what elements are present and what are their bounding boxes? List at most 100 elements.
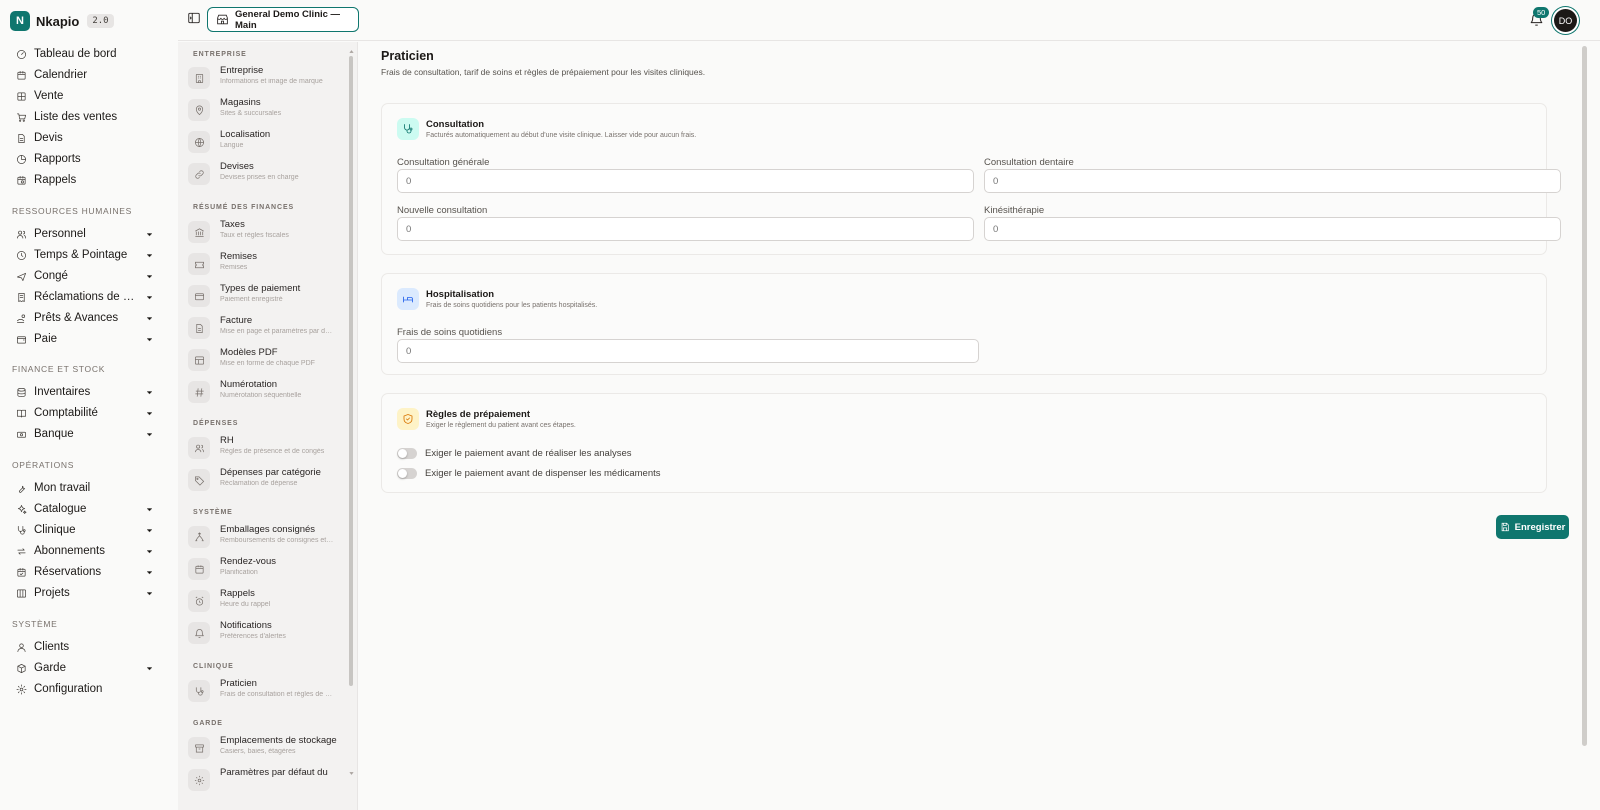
- nav-item-conge[interactable]: Congé: [16, 266, 154, 286]
- nav-item-liste-des-ventes[interactable]: Liste des ventes: [16, 107, 154, 127]
- settings-item-desc: Taux et règles fiscales: [220, 232, 289, 239]
- sidebar-toggle-button[interactable]: [187, 11, 201, 25]
- chevron-down-icon: [145, 430, 154, 439]
- nav-item-paie[interactable]: Paie: [16, 329, 154, 349]
- nav-item-garde[interactable]: Garde: [16, 658, 154, 678]
- card-title: Hospitalisation: [426, 289, 495, 300]
- settings-item-title: Dépenses par catégorie: [220, 467, 321, 478]
- chevron-down-icon: [145, 230, 154, 239]
- calendar-icon: [188, 558, 210, 580]
- nouvelle-consultation-input[interactable]: [397, 217, 974, 241]
- nav-item-catalogue[interactable]: Catalogue: [16, 499, 154, 519]
- field-label-nouvelle-consultation: Nouvelle consultation: [397, 205, 488, 216]
- calendar-check-icon: [16, 567, 27, 578]
- settings-section-garde: GARDE: [193, 720, 223, 727]
- nav-item-label: Clients: [34, 641, 70, 653]
- store-selector-button[interactable]: General Demo Clinic — Main: [207, 7, 359, 32]
- nav-item-label: Congé: [34, 270, 68, 282]
- settings-item-localisation[interactable]: Localisation Langue: [188, 129, 338, 159]
- file-icon: [16, 133, 27, 144]
- archive-icon: [188, 737, 210, 759]
- nav-item-reservations[interactable]: Réservations: [16, 562, 154, 582]
- nav-item-label: Clinique: [34, 524, 76, 536]
- settings-item-desc: Sites & succursales: [220, 110, 282, 117]
- brand[interactable]: N Nkapio 2.0: [10, 10, 114, 32]
- stethoscope-icon: [397, 118, 419, 140]
- settings-item-notifications[interactable]: Notifications Préférences d'alertes: [188, 620, 338, 650]
- kinesitherapie-input[interactable]: [984, 217, 1561, 241]
- settings-item-title: Devises: [220, 161, 254, 172]
- top-bar: General Demo Clinic — Main 50 DO: [178, 0, 1600, 41]
- pie-chart-icon: [16, 154, 27, 165]
- settings-item-taxes[interactable]: Taxes Taux et règles fiscales: [188, 219, 338, 249]
- nav-item-comptabilite[interactable]: Comptabilité: [16, 403, 154, 423]
- settings-item-rh[interactable]: RH Règles de présence et de congés: [188, 435, 338, 465]
- settings-item-rappels[interactable]: Rappels Heure du rappel: [188, 588, 338, 618]
- settings-item-facture[interactable]: Facture Mise en page et paramètres par dé…: [188, 315, 338, 345]
- settings-item-modeles-pdf[interactable]: Modèles PDF Mise en forme de chaque PDF: [188, 347, 338, 377]
- nav-item-label: Liste des ventes: [34, 111, 118, 123]
- frais-de-soins-quotidiens-input[interactable]: [397, 339, 979, 363]
- nav-item-prets-avances[interactable]: Prêts & Avances: [16, 308, 154, 328]
- nav-item-temps-pointage[interactable]: Temps & Pointage: [16, 245, 154, 265]
- settings-item-types-de-paiement[interactable]: Types de paiement Paiement enregistré: [188, 283, 338, 313]
- nav-item-calendrier[interactable]: Calendrier: [16, 65, 154, 85]
- nav-item-rappels[interactable]: Rappels: [16, 170, 154, 190]
- settings-item-desc: Frais de consultation et règles de prépa…: [220, 691, 335, 698]
- settings-item-magasins[interactable]: Magasins Sites & succursales: [188, 97, 338, 127]
- cart-icon: [16, 112, 27, 123]
- settings-item-title: Modèles PDF: [220, 347, 278, 358]
- scroll-down-arrow-icon[interactable]: [348, 770, 355, 777]
- nav-item-clients[interactable]: Clients: [16, 637, 154, 657]
- nav-item-banque[interactable]: Banque: [16, 424, 154, 444]
- settings-item-entreprise[interactable]: Entreprise Informations et image de marqu…: [188, 65, 338, 95]
- settings-item-emplacements-de-stockage[interactable]: Emplacements de stockage Casiers, baies, …: [188, 735, 338, 765]
- settings-item-desc: Réclamation de dépense: [220, 480, 298, 487]
- nav-item-inventaires[interactable]: Inventaires: [16, 382, 154, 402]
- nav-item-abonnements[interactable]: Abonnements: [16, 541, 154, 561]
- settings-item-remises[interactable]: Remises Remises: [188, 251, 338, 281]
- settings-scrollbar[interactable]: [349, 56, 353, 686]
- settings-item-emballages-consignes[interactable]: Emballages consignés Remboursements de co…: [188, 524, 338, 554]
- consultation-dentaire-input[interactable]: [984, 169, 1561, 193]
- kanban-icon: [16, 588, 27, 599]
- settings-item-devises[interactable]: Devises Devises prises en charge: [188, 161, 338, 191]
- nav-item-devis[interactable]: Devis: [16, 128, 154, 148]
- main-scrollbar[interactable]: [1582, 46, 1587, 746]
- toggle-row-medicaments: Exiger le paiement avant de dispenser le…: [397, 467, 661, 479]
- main-content: Praticien Frais de consultation, tarif d…: [360, 41, 1590, 810]
- settings-item-numerotation[interactable]: Numérotation Numérotation séquentielle: [188, 379, 338, 409]
- nav-item-label: Tableau de bord: [34, 48, 117, 60]
- receipt-icon: [16, 292, 27, 303]
- nav-item-configuration[interactable]: Configuration: [16, 679, 154, 699]
- nav-item-clinique[interactable]: Clinique: [16, 520, 154, 540]
- nav-item-reclamations-de-depenses[interactable]: Réclamations de dépenses: [16, 287, 154, 307]
- nav-item-personnel[interactable]: Personnel: [16, 224, 154, 244]
- file-text-icon: [188, 317, 210, 339]
- save-button[interactable]: Enregistrer: [1496, 515, 1569, 539]
- nav-item-mon-travail[interactable]: Mon travail: [16, 478, 154, 498]
- settings-item-parametres-par-defaut[interactable]: Paramètres par défaut du: [188, 767, 338, 797]
- settings-item-praticien[interactable]: Praticien Frais de consultation et règles…: [188, 678, 338, 708]
- nav-item-projets[interactable]: Projets: [16, 583, 154, 603]
- nav-item-label: Personnel: [34, 228, 86, 240]
- nav-item-label: Banque: [34, 428, 74, 440]
- settings-item-depenses-par-categorie[interactable]: Dépenses par catégorie Réclamation de dép…: [188, 467, 338, 497]
- settings-item-rendez-vous[interactable]: Rendez-vous Planification: [188, 556, 338, 586]
- consultation-generale-input[interactable]: [397, 169, 974, 193]
- nav-item-tableau-de-bord[interactable]: Tableau de bord: [16, 44, 154, 64]
- nav-section-operations: OPÉRATIONS: [12, 460, 75, 470]
- chevron-down-icon: [145, 409, 154, 418]
- toggle-paiement-analyses[interactable]: [397, 447, 417, 459]
- user-avatar[interactable]: DO: [1554, 9, 1577, 32]
- scroll-up-arrow-icon[interactable]: [348, 48, 355, 55]
- wallet-icon: [16, 334, 27, 345]
- nav-item-rapports[interactable]: Rapports: [16, 149, 154, 169]
- gauge-icon: [16, 49, 27, 60]
- settings-item-desc: Mise en forme de chaque PDF: [220, 360, 315, 367]
- save-button-label: Enregistrer: [1514, 521, 1566, 533]
- toggle-paiement-medicaments[interactable]: [397, 467, 417, 479]
- save-icon: [1500, 522, 1510, 532]
- nav-item-vente[interactable]: Vente: [16, 86, 154, 106]
- settings-sidebar: ENTREPRISE Entreprise Informations et ima…: [178, 42, 358, 810]
